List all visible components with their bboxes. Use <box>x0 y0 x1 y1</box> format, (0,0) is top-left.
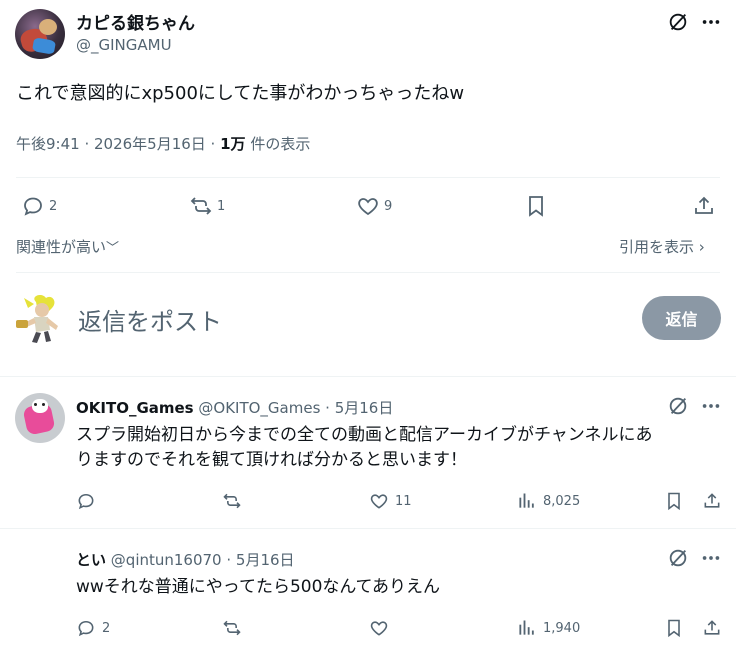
reply-header: とい @qintun16070 · 5月16日 <box>76 549 295 570</box>
divider <box>0 376 736 377</box>
like-count: 9 <box>384 198 393 214</box>
tweet-time[interactable]: 午後9:41 · 2026年5月16日 · <box>16 135 220 153</box>
reply-author-handle[interactable]: @qintun16070 · 5月16日 <box>111 551 295 569</box>
share-icon <box>702 491 722 511</box>
divider <box>0 528 736 529</box>
reply-composer-input[interactable]: 返信をポスト <box>78 302 222 337</box>
retweet-button[interactable] <box>222 491 248 511</box>
views-icon <box>517 618 537 638</box>
view-count: 1万 <box>220 135 246 153</box>
view-quotes-label: 引用を表示 <box>619 238 695 256</box>
reply-text: wwそれな普通にやってたら500なんてありえん <box>76 577 441 597</box>
chevron-right-icon: › <box>694 238 705 256</box>
tweet-meta: 午後9:41 · 2026年5月16日 · 1万 件の表示 <box>16 133 310 154</box>
reply-text-line: スプラ開始初日から今までの全ての動画と配信アーカイブがチャンネルにあ <box>76 425 653 445</box>
retweet-icon <box>222 618 242 638</box>
bookmark-button[interactable] <box>664 618 684 638</box>
reply-icon <box>21 194 45 218</box>
share-button[interactable] <box>702 491 722 511</box>
reply-icon <box>76 491 96 511</box>
view-label: 件の表示 <box>245 135 311 153</box>
more-icon[interactable] <box>700 395 722 417</box>
divider <box>16 272 720 273</box>
author-handle[interactable]: @_GINGAMU <box>76 36 172 54</box>
bookmark-button[interactable] <box>664 491 684 511</box>
reply-header: OKITO_Games @OKITO_Games · 5月16日 <box>76 397 393 418</box>
sort-relevance[interactable]: 関連性が高い﹀ <box>16 236 119 257</box>
chevron-down-icon: ﹀ <box>106 241 120 256</box>
bookmark-icon <box>524 194 548 218</box>
tweet-text: これで意図的にxp500にしてた事がわかっちゃったねw <box>16 83 465 104</box>
reply-author-name[interactable]: OKITO_Games <box>76 399 194 417</box>
retweet-icon <box>189 194 213 218</box>
views-icon <box>517 491 537 511</box>
reply-submit-button[interactable]: 返信 <box>642 296 721 340</box>
more-icon[interactable] <box>700 547 722 569</box>
reply-count: 2 <box>49 198 58 214</box>
views-count: 8,025 <box>543 493 581 509</box>
retweet-icon <box>222 491 242 511</box>
views-button[interactable]: 1,940 <box>517 618 580 638</box>
grok-icon[interactable] <box>667 547 689 569</box>
share-button[interactable] <box>692 194 716 218</box>
bookmark-icon <box>664 618 684 638</box>
reply-author-handle[interactable]: @OKITO_Games · 5月16日 <box>198 399 393 417</box>
reply-button[interactable]: 2 <box>21 194 57 218</box>
reply-icon <box>76 618 96 638</box>
reply-text-line: りますのでそれを観て頂ければ分かると思います！ <box>76 450 467 470</box>
heart-icon <box>369 491 389 511</box>
reply-avatar[interactable] <box>15 393 65 443</box>
author-name[interactable]: カピる銀ちゃん <box>76 9 195 34</box>
reply-author-name[interactable]: とい <box>76 551 106 569</box>
reply-button[interactable] <box>76 491 102 511</box>
retweet-button[interactable] <box>222 618 248 638</box>
view-quotes-link[interactable]: 引用を表示 › <box>619 236 705 257</box>
share-icon <box>692 194 716 218</box>
grok-icon[interactable] <box>667 395 689 417</box>
views-button[interactable]: 8,025 <box>517 491 580 511</box>
like-button[interactable]: 11 <box>369 491 412 511</box>
bookmark-icon <box>664 491 684 511</box>
share-icon <box>702 618 722 638</box>
divider <box>16 177 720 178</box>
reply-button[interactable]: 2 <box>76 618 110 638</box>
like-button[interactable] <box>369 618 395 638</box>
share-button[interactable] <box>702 618 722 638</box>
like-button[interactable]: 9 <box>356 194 392 218</box>
reply-text: スプラ開始初日から今までの全ての動画と配信アーカイブがチャンネルにあ りますので… <box>76 423 652 473</box>
sort-relevance-label: 関連性が高い <box>16 238 107 256</box>
heart-icon <box>369 618 389 638</box>
retweet-button[interactable]: 1 <box>189 194 225 218</box>
views-count: 1,940 <box>543 620 581 636</box>
reply-count: 2 <box>102 620 111 636</box>
retweet-count: 1 <box>217 198 226 214</box>
like-count: 11 <box>395 493 412 509</box>
heart-icon <box>356 194 380 218</box>
bookmark-button[interactable] <box>524 194 548 218</box>
grok-icon[interactable] <box>667 11 689 33</box>
author-avatar[interactable] <box>15 9 65 59</box>
more-icon[interactable] <box>700 11 722 33</box>
my-avatar[interactable] <box>14 290 66 344</box>
